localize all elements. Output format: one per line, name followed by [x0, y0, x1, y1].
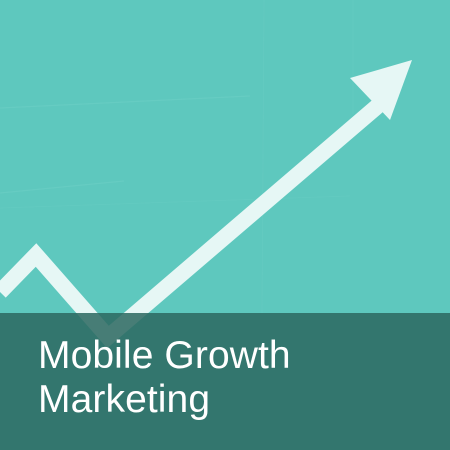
title-line-1: Mobile Growth [38, 334, 291, 377]
tile-title: Mobile Growth Marketing [38, 334, 428, 422]
growth-marketing-tile[interactable]: Mobile Growth Marketing [0, 0, 450, 450]
title-line-2: Marketing [38, 378, 211, 421]
